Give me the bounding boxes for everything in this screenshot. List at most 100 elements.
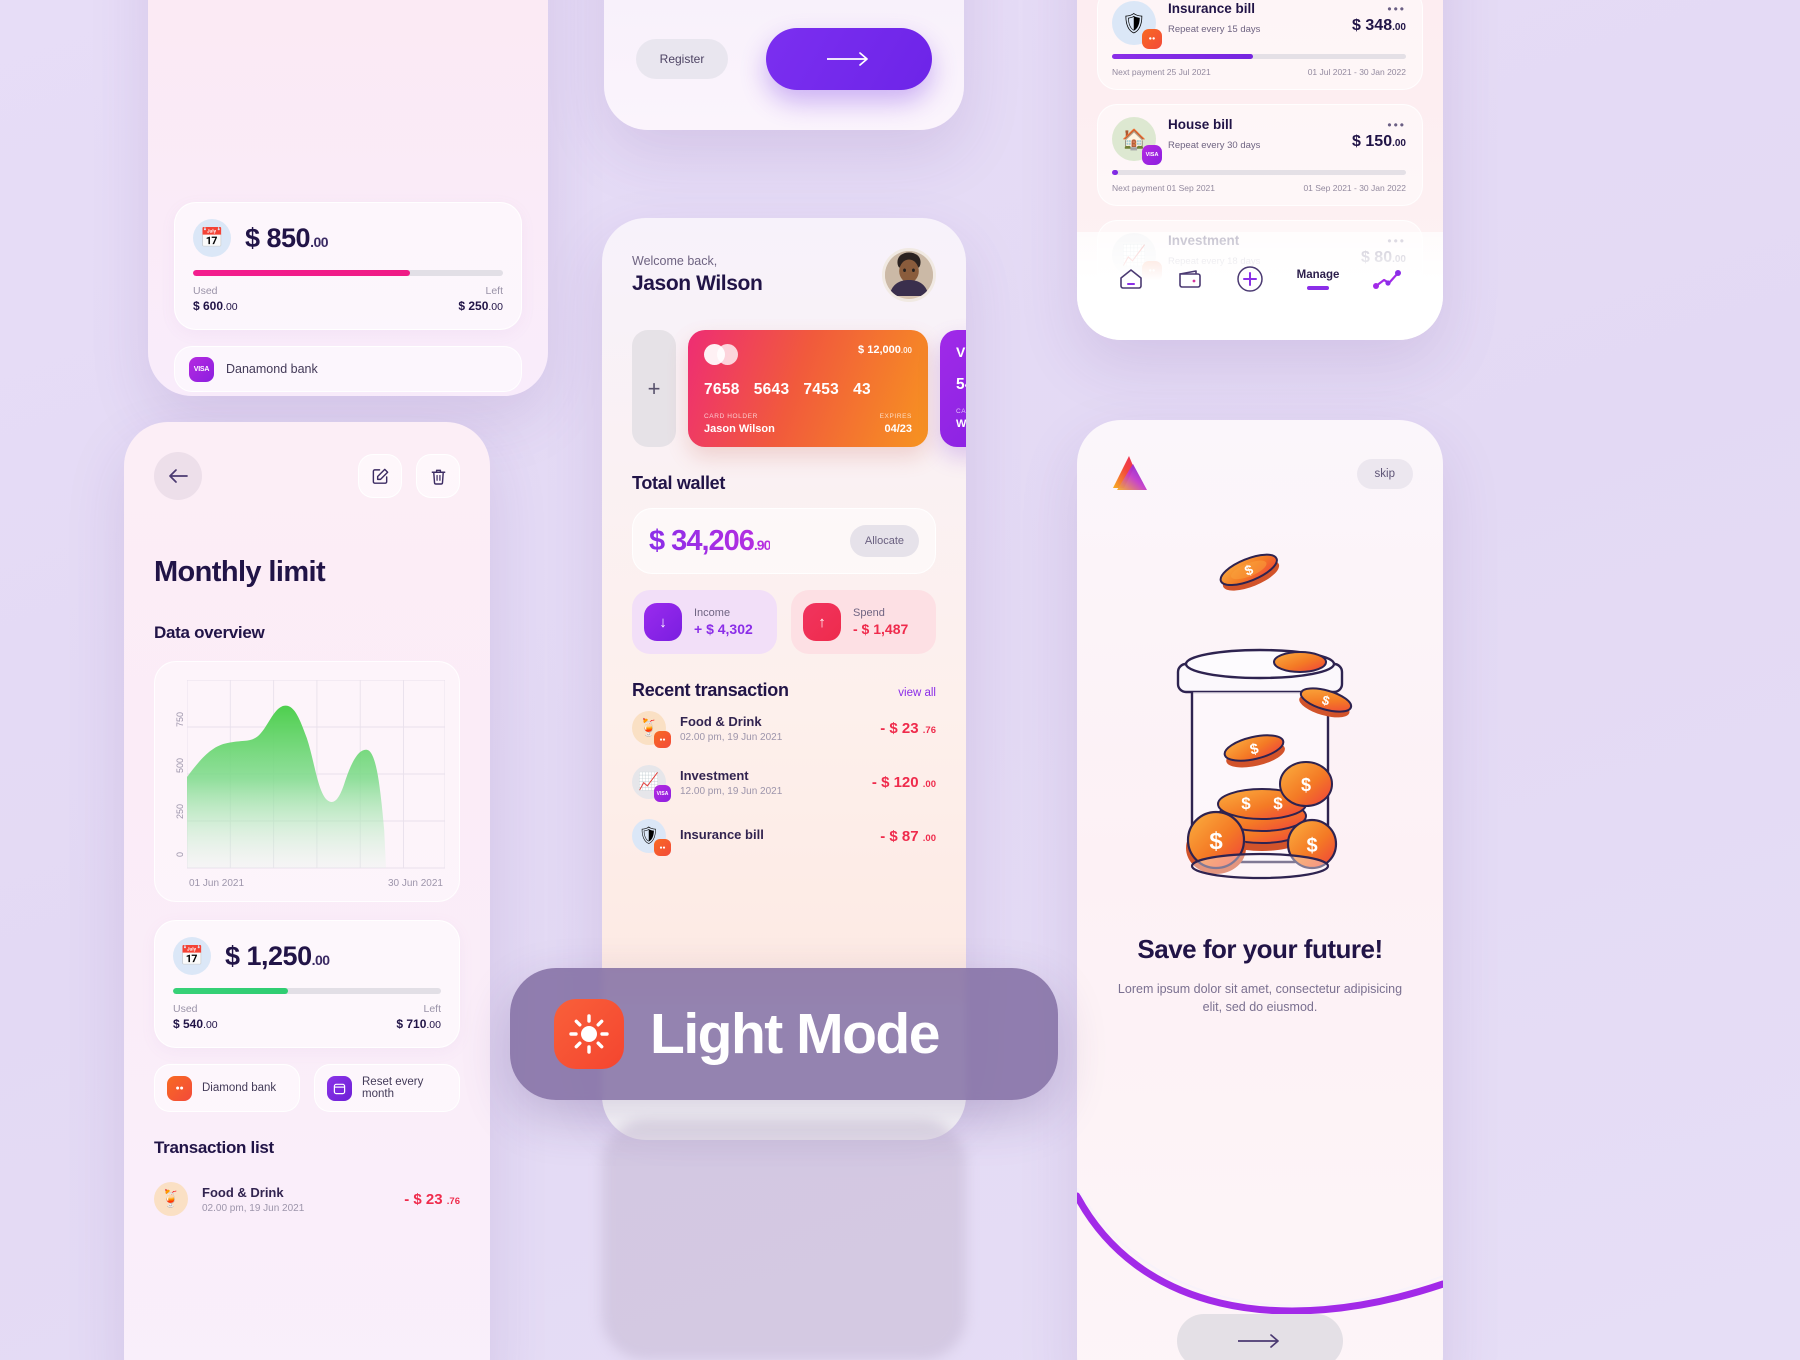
analytics-icon <box>1373 270 1402 289</box>
table-row[interactable]: 📈 VISA Investment 12.00 pm, 19 Jun 2021 … <box>632 755 936 809</box>
nav-manage[interactable]: Manage <box>1296 268 1340 290</box>
svg-text:$: $ <box>1241 794 1251 813</box>
x-tick: 30 Jun 2021 <box>387 878 443 889</box>
mastercard-icon: ●● <box>1142 29 1162 49</box>
skip-button[interactable]: skip <box>1356 459 1413 489</box>
continue-button[interactable] <box>766 28 933 90</box>
nav-analytics[interactable] <box>1372 268 1402 290</box>
transaction-name: Investment <box>680 767 749 783</box>
visa-logo: VISA <box>956 344 966 360</box>
subscription-card[interactable]: 🛡 ●● Insurance bill ••• Repeat every 15 … <box>1097 0 1423 90</box>
view-all-link[interactable]: view all <box>898 687 936 699</box>
next-button[interactable] <box>1177 1314 1343 1360</box>
visa-icon: VISA <box>189 356 214 382</box>
light-mode-banner: Light Mode <box>510 968 1058 1100</box>
chart-area-series <box>187 705 387 868</box>
card-holder-label: CARD HOLDER <box>704 413 758 420</box>
more-options-icon[interactable]: ••• <box>1387 1 1406 15</box>
income-value: + $ 4,302 <box>694 621 753 637</box>
left-value: $ 710.00 <box>396 1017 441 1031</box>
subscription-amount: $ 150.00 <box>1352 133 1406 150</box>
visa-icon: VISA <box>1142 145 1162 165</box>
calendar-purple-icon <box>327 1075 352 1101</box>
spend-value: - $ 1,487 <box>853 621 909 637</box>
svg-text:$: $ <box>1301 775 1311 795</box>
nav-home[interactable] <box>1118 267 1144 291</box>
edit-button[interactable] <box>358 454 402 498</box>
y-tick: 500 <box>175 758 185 774</box>
phone-monthly-limit: Monthly limit Data overview 750 500 250 … <box>124 422 490 1360</box>
back-button[interactable] <box>154 452 202 500</box>
phone-budget-detail: 📅 $ 850.00 Used $ 600.00 Left $ 250.00 V… <box>148 0 548 396</box>
used-label: Used <box>173 1003 198 1015</box>
mastercard-icon: ●● <box>167 1075 192 1101</box>
subscription-card[interactable]: 🏠 VISA House bill ••• Repeat every 30 da… <box>1097 104 1423 206</box>
reset-chip-label: Reset every month <box>362 1076 424 1100</box>
card-number: 54 <box>956 376 966 393</box>
chart-x-axis: 01 Jun 2021 30 Jun 2021 <box>165 870 445 889</box>
bank-chip-label: Diamond bank <box>202 1082 277 1094</box>
income-card[interactable]: ↓ Income + $ 4,302 <box>632 590 777 654</box>
area-chart <box>186 679 446 869</box>
subscription-name: House bill <box>1168 117 1233 132</box>
design-showcase-canvas: 📅 $ 850.00 Used $ 600.00 Left $ 250.00 V… <box>0 0 1800 1360</box>
phone-subscriptions: 🛡 ●● Insurance bill ••• Repeat every 15 … <box>1077 0 1443 340</box>
sun-icon <box>554 999 624 1069</box>
spend-label: Spend <box>853 607 885 619</box>
coin-jar-illustration: $ $ $ $ $ $ $ $ <box>1107 552 1413 892</box>
arrow-left-icon <box>169 469 188 483</box>
transaction-name: Insurance bill <box>680 827 764 842</box>
x-tick: 01 Jun 2021 <box>189 878 245 889</box>
total-wallet-title: Total wallet <box>632 473 726 493</box>
subscription-name: Insurance bill <box>1168 1 1256 16</box>
subscription-repeat: Repeat every 15 days <box>1168 24 1261 35</box>
transaction-amount: - $ 120 .00 <box>871 773 936 791</box>
table-row[interactable]: 🍹 ●● Food & Drink 02.00 pm, 19 Jun 2021 … <box>632 701 936 755</box>
limit-progress-bar <box>193 270 503 276</box>
credit-card-mastercard[interactable]: $ 12,000.00 7658 5643 7453 43 CARD HOLDE… <box>688 330 928 447</box>
card-holder-label: CARD <box>956 408 966 415</box>
chart-plot-area <box>186 679 446 870</box>
svg-text:$: $ <box>1273 794 1283 813</box>
phone-home-dashboard: Welcome back, Jason Wilson + $ 12,000.00… <box>602 218 966 1098</box>
reset-chip[interactable]: Reset every month <box>314 1064 460 1112</box>
nav-wallet[interactable] <box>1177 267 1203 291</box>
delete-button[interactable] <box>416 454 460 498</box>
left-value: $ 250.00 <box>458 299 503 313</box>
welcome-greeting: Welcome back, <box>632 254 718 268</box>
nav-label: Manage <box>1296 268 1340 281</box>
page-description: Lorem ipsum dolor sit amet, consectetur … <box>1117 981 1403 1015</box>
arrow-right-icon <box>1238 1334 1279 1348</box>
allocate-button[interactable]: Allocate <box>849 525 919 557</box>
subscription-repeat: Repeat every 30 days <box>1168 140 1261 151</box>
phone-onboarding-save: skip $ $ $ $ $ $ $ $ Save for your futur… <box>1077 420 1443 1360</box>
spend-card[interactable]: ↑ Spend - $ 1,487 <box>791 590 936 654</box>
cards-carousel[interactable]: + $ 12,000.00 7658 5643 7453 43 CARD HOL… <box>632 330 966 447</box>
used-value: $ 600.00 <box>193 299 238 313</box>
bank-chip[interactable]: ●● Diamond bank <box>154 1064 300 1112</box>
edit-icon <box>372 468 388 484</box>
avatar[interactable] <box>882 248 936 302</box>
limit-amount: $ 850.00 <box>245 222 329 253</box>
left-label: Left <box>485 285 503 297</box>
arrow-down-icon: ↓ <box>644 603 682 641</box>
bank-selector[interactable]: VISA Danamond bank <box>174 346 522 392</box>
y-tick: 250 <box>175 804 185 820</box>
nav-add[interactable] <box>1236 265 1264 293</box>
table-row[interactable]: 🛡 ●● Insurance bill - $ 87 .00 <box>632 809 936 863</box>
add-card-button[interactable]: + <box>632 330 676 447</box>
register-button[interactable]: Register <box>635 39 729 79</box>
table-row[interactable]: 🍹 Food & Drink 02.00 pm, 19 Jun 2021 - $… <box>154 1172 460 1226</box>
phone-onboarding-register: Register <box>604 0 964 130</box>
cocktail-icon: 🍹 <box>154 1182 188 1216</box>
more-options-icon[interactable]: ••• <box>1387 117 1406 131</box>
card-number: 7658 5643 7453 43 <box>704 381 871 398</box>
plus-circle-icon <box>1236 266 1263 292</box>
calendar-icon: 📅 <box>173 937 211 975</box>
light-mode-label: Light Mode <box>650 1002 940 1066</box>
data-overview-chart-card: 750 500 250 0 01 Jun 2021 30 Jun 2021 <box>154 661 460 902</box>
visa-icon: VISA <box>654 785 671 802</box>
credit-card-visa[interactable]: VISA 54 CARD Wilso <box>940 330 966 447</box>
transaction-list-title: Transaction list <box>154 1138 274 1157</box>
transaction-date: 12.00 pm, 19 Jun 2021 <box>680 785 783 797</box>
